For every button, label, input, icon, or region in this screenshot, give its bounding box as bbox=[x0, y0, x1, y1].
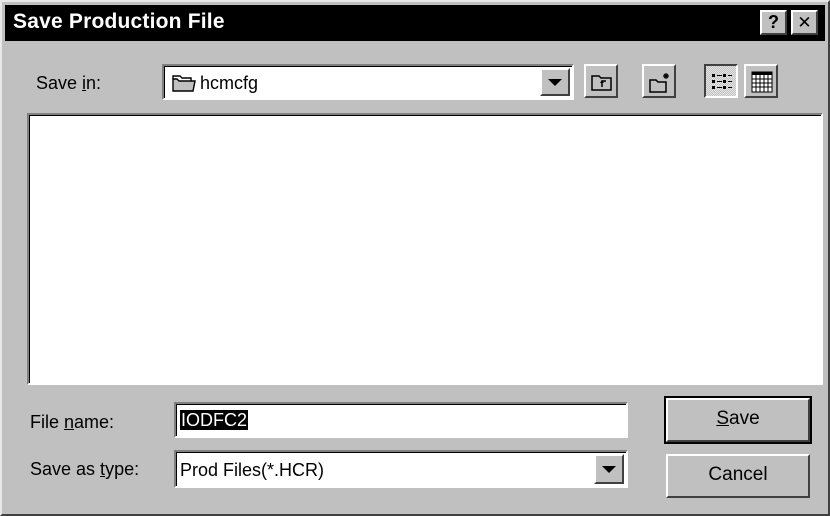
close-icon: ✕ bbox=[797, 13, 812, 32]
list-view-icon bbox=[712, 74, 732, 89]
file-list[interactable] bbox=[27, 113, 823, 385]
help-button[interactable]: ? bbox=[760, 10, 787, 35]
file-name-label: File name: bbox=[30, 412, 115, 432]
help-icon: ? bbox=[768, 12, 779, 32]
folder-icon bbox=[172, 73, 196, 98]
details-view-button[interactable] bbox=[744, 64, 778, 98]
up-one-level-icon bbox=[591, 75, 612, 91]
save-production-file-dialog: Save Production File ? ✕ Save in: hcmcfg bbox=[0, 0, 830, 516]
save-in-dropdown-button[interactable] bbox=[540, 68, 570, 96]
chevron-down-icon bbox=[602, 466, 616, 473]
up-one-level-button[interactable] bbox=[584, 64, 618, 98]
save-as-type-label: Save as type: bbox=[30, 459, 140, 479]
save-as-type-value: Prod Files(*.HCR) bbox=[180, 460, 325, 480]
window-title: Save Production File bbox=[13, 10, 225, 33]
file-name-field[interactable]: IODFC2 bbox=[174, 402, 628, 438]
save-button[interactable]: Save bbox=[664, 396, 812, 444]
list-view-button[interactable] bbox=[704, 64, 738, 98]
save-in-value: hcmcfg bbox=[200, 73, 259, 93]
create-new-folder-icon bbox=[649, 73, 669, 93]
file-name-value: IODFC2 bbox=[180, 410, 249, 430]
create-new-folder-button[interactable] bbox=[642, 64, 676, 98]
details-view-icon bbox=[751, 71, 773, 93]
chevron-down-icon bbox=[548, 79, 562, 86]
cancel-button[interactable]: Cancel bbox=[666, 454, 810, 498]
save-as-type-dropdown-button[interactable] bbox=[594, 454, 624, 484]
title-bar[interactable]: Save Production File ? ✕ bbox=[5, 5, 825, 41]
save-as-type-combobox[interactable]: Prod Files(*.HCR) bbox=[174, 450, 628, 488]
save-in-label: Save in: bbox=[36, 73, 102, 93]
close-button[interactable]: ✕ bbox=[791, 10, 818, 35]
save-in-combobox[interactable]: hcmcfg bbox=[162, 64, 574, 100]
